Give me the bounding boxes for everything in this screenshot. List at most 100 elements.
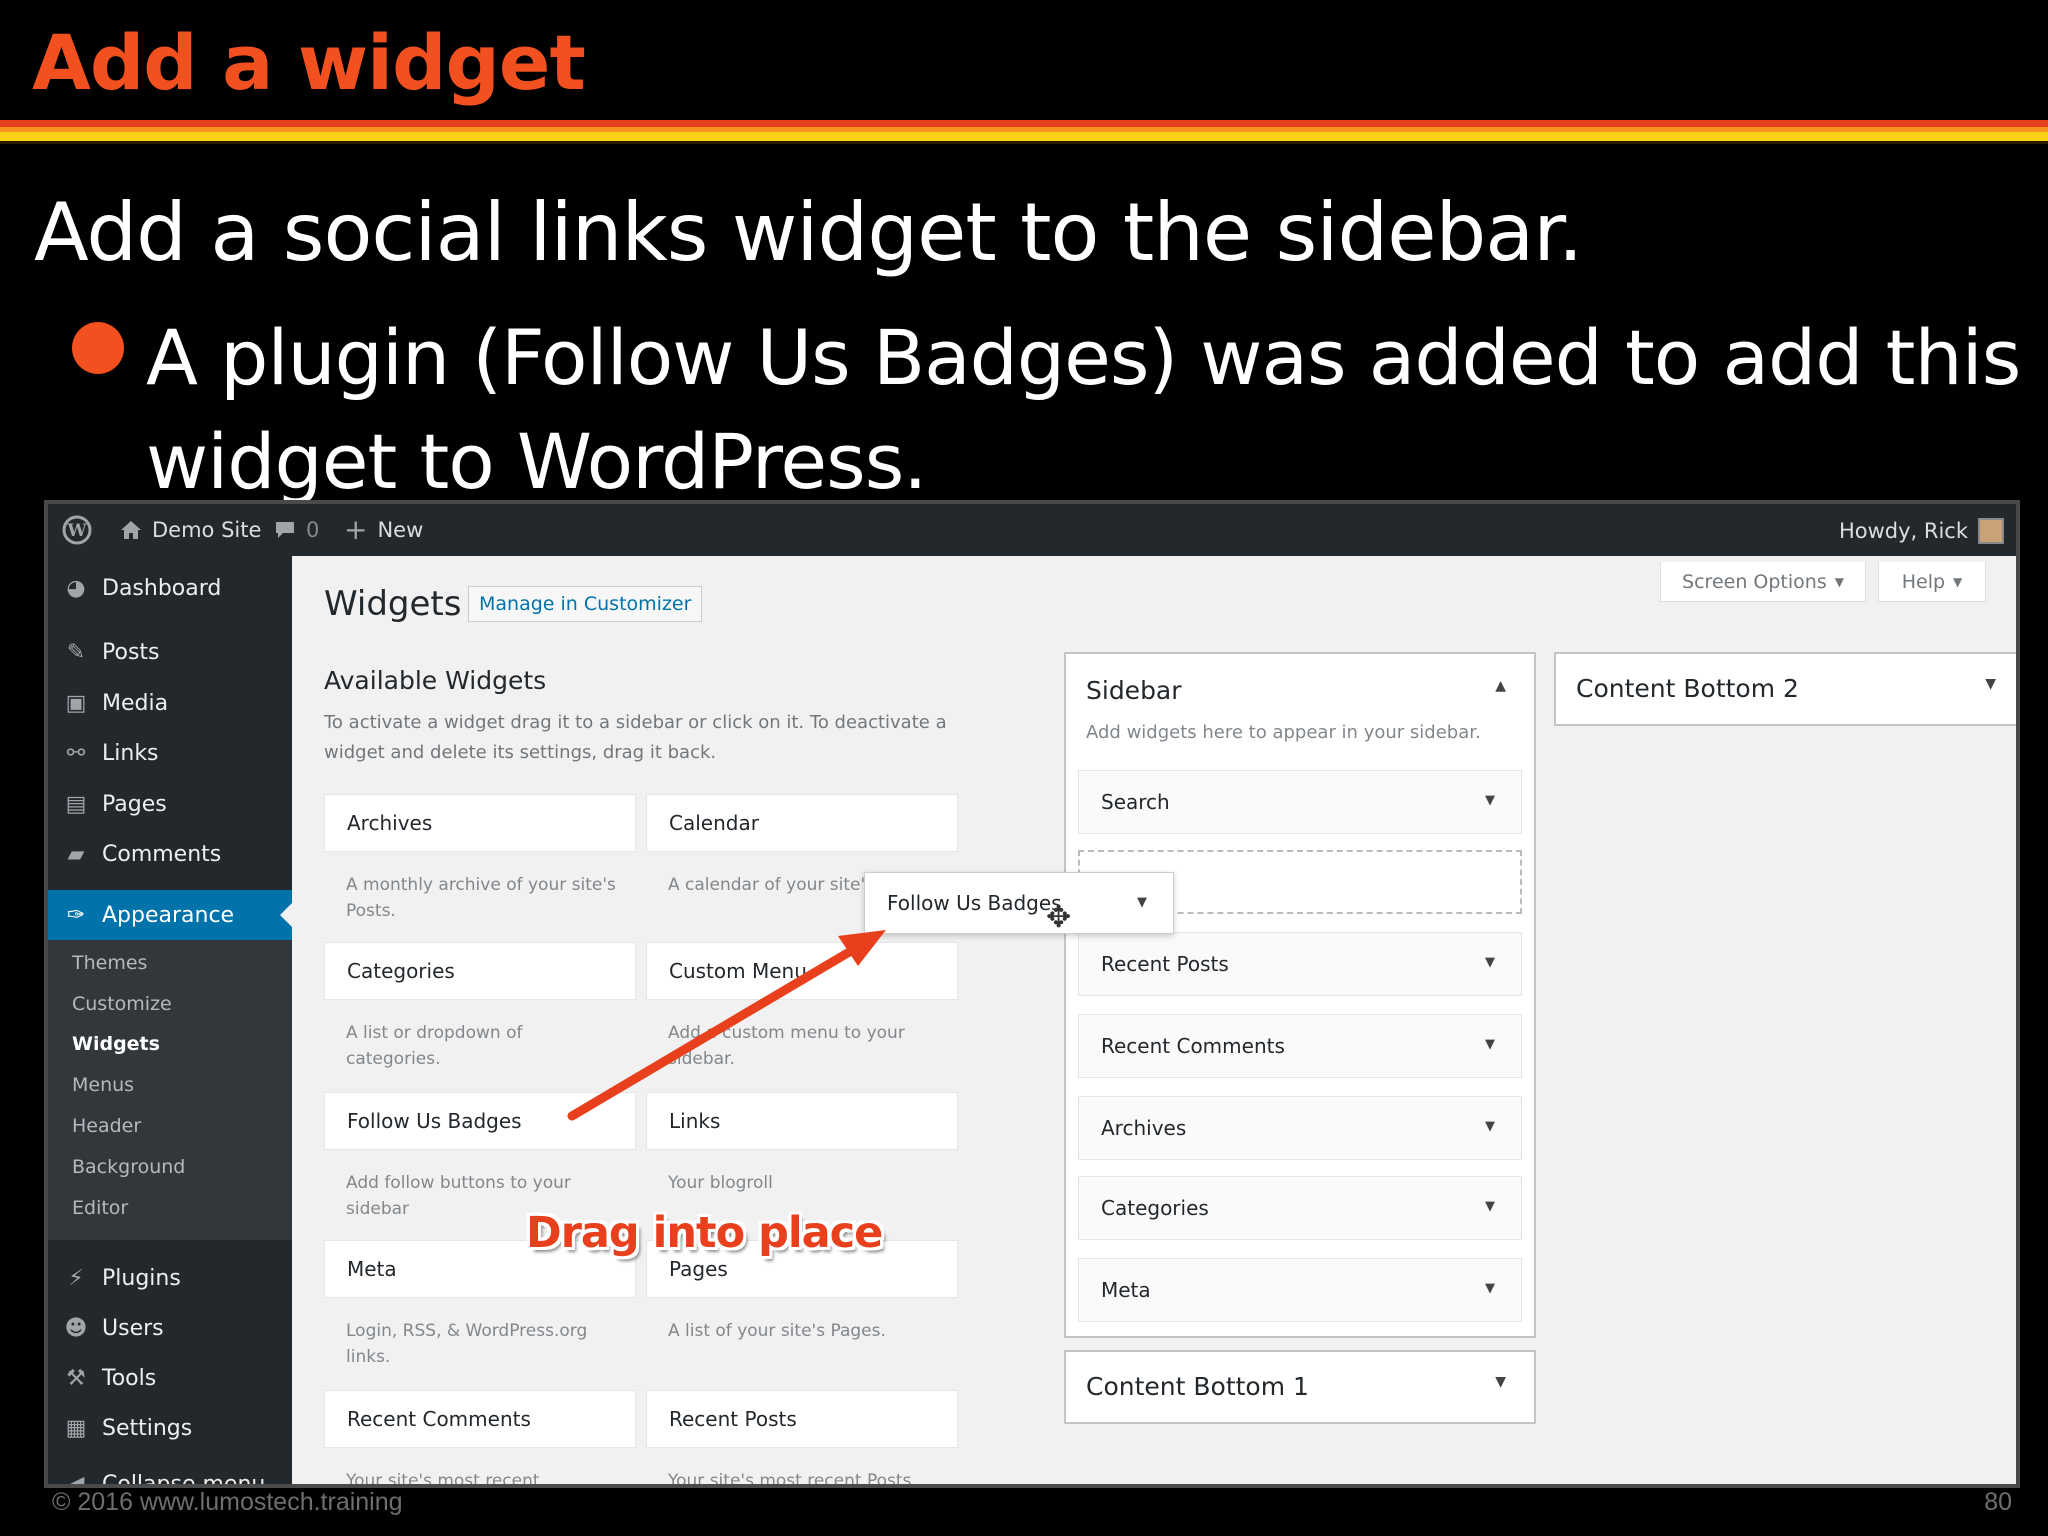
menu-label: Dashboard (102, 575, 222, 601)
comment-bubble-icon (274, 520, 296, 540)
menu-label: Plugins (102, 1265, 181, 1291)
slide-title: Add a widget (32, 18, 586, 107)
active-indicator (280, 903, 292, 927)
menu-label: Tools (102, 1365, 157, 1391)
widget-title: Recent Posts (1101, 952, 1229, 976)
menu-pages[interactable]: ▤ Pages (48, 784, 292, 824)
area-title: Content Bottom 2 (1576, 674, 1799, 703)
wrench-icon: ⚒ (66, 1365, 86, 1391)
sidebar-widget-recent-comments[interactable]: Recent Comments ▼ (1078, 1014, 1522, 1078)
content-bottom-2-area[interactable]: Content Bottom 2 ▼ (1554, 652, 2016, 726)
dragging-widget[interactable]: Follow Us Badges ▼ (864, 872, 1174, 934)
help-label: Help (1901, 570, 1946, 593)
menu-comments[interactable]: ▰ Comments (48, 834, 292, 874)
sidebar-widget-archives[interactable]: Archives ▼ (1078, 1096, 1522, 1160)
widget-title: Categories (1101, 1196, 1209, 1220)
manage-in-customizer-button[interactable]: Manage in Customizer (468, 586, 703, 622)
widget-description: A calendar of your site's Posts. (668, 875, 868, 895)
caret-down-icon: ▼ (1485, 793, 1495, 808)
title-stripe (0, 141, 2048, 144)
widget-title: Follow Us Badges (887, 891, 1062, 915)
menu-plugins[interactable]: ⚡ Plugins (48, 1258, 292, 1298)
widget-archives[interactable]: Archives (324, 794, 636, 852)
sidebar-widget-search[interactable]: Search ▼ (1078, 770, 1522, 834)
admin-bar: W Demo Site 0 + New Howdy, Rick (48, 504, 2016, 556)
widget-recent-posts[interactable]: Recent Posts (646, 1390, 958, 1448)
submenu-menus[interactable]: Menus (72, 1074, 134, 1096)
link-icon: ⚯ (66, 740, 86, 766)
menu-settings[interactable]: ▦ Settings (48, 1408, 292, 1448)
submenu-editor[interactable]: Editor (72, 1197, 128, 1219)
caret-down-icon: ▼ (1953, 574, 1963, 589)
move-cursor-icon: ✥ (1046, 900, 1072, 935)
expand-arrow-icon[interactable]: ▼ (1985, 676, 1996, 692)
bullet-dot-icon (72, 322, 124, 374)
sidebar-widget-categories[interactable]: Categories ▼ (1078, 1176, 1522, 1240)
slide-subtitle: Add a social links widget to the sidebar… (34, 186, 1583, 279)
plugin-icon: ⚡ (68, 1265, 84, 1291)
widget-title: Archives (1101, 1116, 1187, 1140)
submenu-themes[interactable]: Themes (72, 952, 147, 974)
submenu-background[interactable]: Background (72, 1156, 185, 1178)
title-stripe (0, 132, 2048, 141)
submenu-widgets[interactable]: Widgets (72, 1033, 160, 1055)
wordpress-logo-icon[interactable]: W (62, 515, 92, 545)
sidebar-widget-recent-posts[interactable]: Recent Posts ▼ (1078, 932, 1522, 996)
expand-arrow-icon[interactable]: ▼ (1495, 1374, 1506, 1390)
collapse-icon: ◀ (67, 1471, 85, 1488)
widget-categories[interactable]: Categories (324, 942, 636, 1000)
comments-link[interactable]: 0 (274, 518, 319, 542)
new-content-link[interactable]: + New (344, 516, 423, 544)
site-name-link[interactable]: Demo Site (120, 518, 261, 542)
widget-calendar[interactable]: Calendar (646, 794, 958, 852)
caret-down-icon: ▼ (1485, 955, 1495, 970)
pages-icon: ▤ (65, 791, 87, 817)
widget-description: Your blogroll (668, 1173, 773, 1193)
menu-label: Media (102, 690, 169, 716)
widget-title: Recent Comments (1101, 1034, 1285, 1058)
menu-posts[interactable]: ✎ Posts (48, 632, 292, 672)
admin-menu: ◕ Dashboard ✎ Posts ▣ Media ⚯ Links ▤ Pa… (48, 556, 292, 1488)
slide-footer: © 2016 www.lumostech.training (52, 1488, 403, 1516)
available-widgets-description: To activate a widget drag it to a sideba… (324, 712, 947, 763)
widget-title: Search (1101, 790, 1170, 814)
howdy-text: Howdy, Rick (1838, 519, 1968, 543)
menu-appearance[interactable]: ✑ Appearance (48, 890, 292, 940)
widget-description: A list of your site's Pages. (668, 1321, 886, 1341)
menu-media[interactable]: ▣ Media (48, 683, 292, 723)
widget-description: Add a custom menu to your sidebar. (668, 1023, 905, 1069)
screen-options-button[interactable]: Screen Options ▼ (1660, 562, 1866, 602)
menu-collapse[interactable]: ◀ Collapse menu (48, 1464, 292, 1488)
area-title: Content Bottom 1 (1086, 1372, 1309, 1401)
menu-label: Pages (102, 791, 167, 817)
menu-tools[interactable]: ⚒ Tools (48, 1358, 292, 1398)
available-widgets-title: Available Widgets (324, 666, 547, 695)
help-button[interactable]: Help ▼ (1878, 562, 1986, 602)
menu-label: Comments (102, 841, 222, 867)
menu-users[interactable]: ☻ Users (48, 1308, 292, 1348)
widget-links[interactable]: Links (646, 1092, 958, 1150)
collapse-arrow-icon[interactable]: ▲ (1495, 678, 1506, 694)
widget-recent-comments[interactable]: Recent Comments (324, 1390, 636, 1448)
menu-links[interactable]: ⚯ Links (48, 733, 292, 773)
menu-dashboard[interactable]: ◕ Dashboard (48, 568, 292, 608)
media-icon: ▣ (65, 690, 87, 716)
widget-description: Login, RSS, & WordPress.org links. (346, 1321, 588, 1367)
sidebar-widget-meta[interactable]: Meta ▼ (1078, 1258, 1522, 1322)
widget-description: Your site's most recent Posts. (668, 1471, 917, 1488)
menu-label: Users (102, 1315, 164, 1341)
content-bottom-1-area[interactable]: Content Bottom 1 ▼ (1064, 1350, 1536, 1424)
pin-icon: ✎ (66, 639, 86, 665)
submenu-header[interactable]: Header (72, 1115, 141, 1137)
menu-label: Collapse menu (102, 1471, 266, 1488)
account-link[interactable]: Howdy, Rick (1839, 518, 2004, 544)
widget-follow-us-badges[interactable]: Follow Us Badges (324, 1092, 636, 1150)
screen-options-label: Screen Options (1682, 570, 1827, 593)
widget-custom-menu[interactable]: Custom Menu (646, 942, 958, 1000)
widget-description: A monthly archive of your site's Posts. (346, 875, 616, 921)
submenu-customize[interactable]: Customize (72, 993, 172, 1015)
caret-down-icon: ▼ (1485, 1199, 1495, 1214)
slide-page-number: 80 (1984, 1488, 2012, 1516)
settings-icon: ▦ (65, 1415, 87, 1441)
sidebar-widget-area: Sidebar ▲ Add widgets here to appear in … (1064, 652, 1536, 1338)
